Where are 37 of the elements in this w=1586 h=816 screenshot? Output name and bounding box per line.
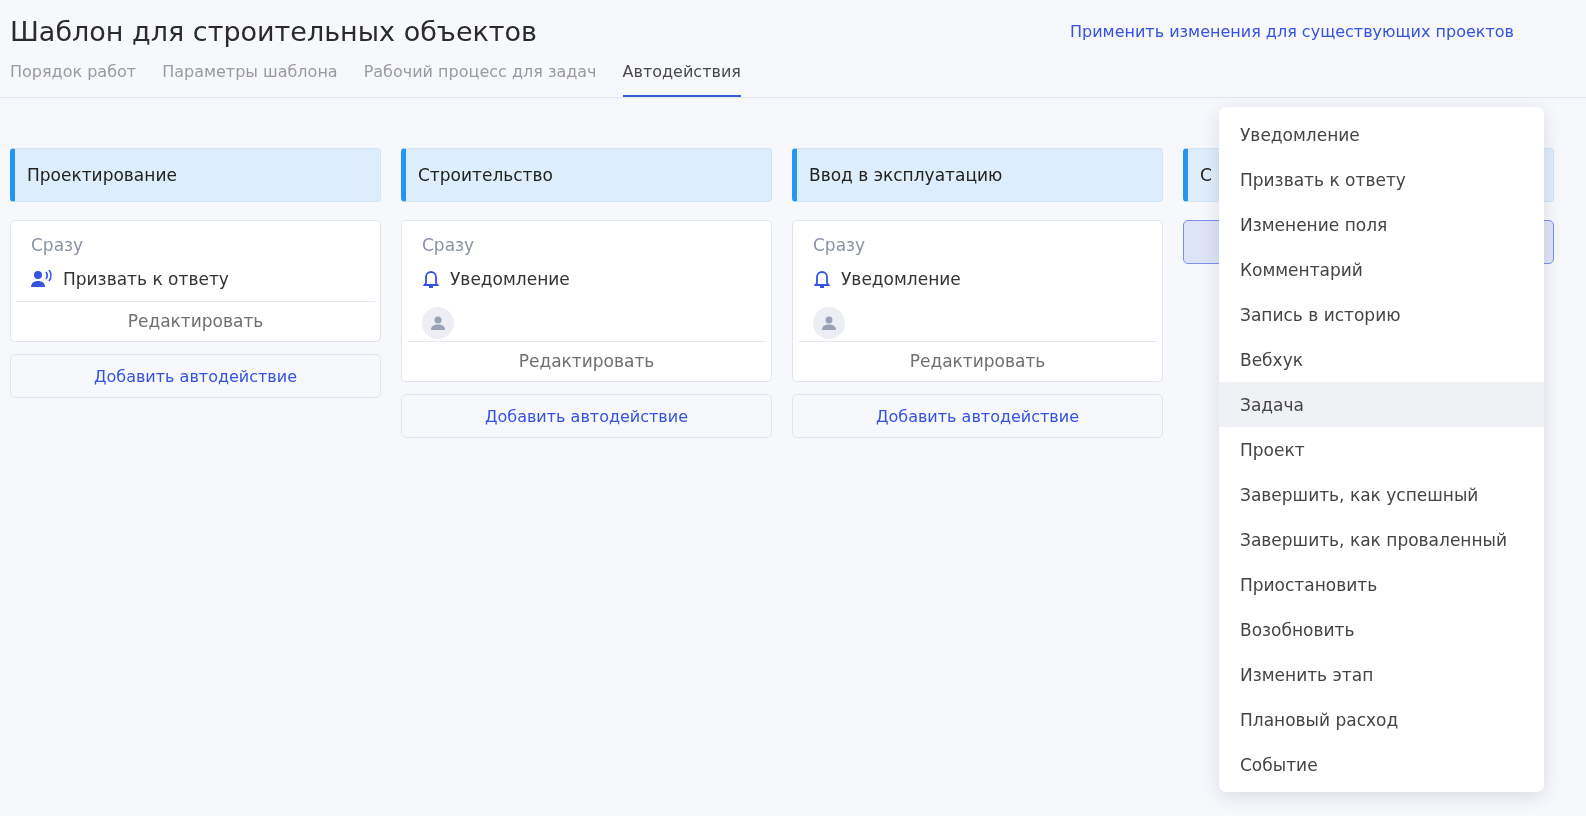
stage-title: С xyxy=(1200,165,1212,185)
menu-item[interactable]: Запись в историю xyxy=(1219,292,1544,337)
menu-item[interactable]: Задача xyxy=(1219,382,1544,427)
menu-item[interactable]: Приостановить xyxy=(1219,562,1544,607)
menu-item[interactable]: Изменить этап xyxy=(1219,652,1544,697)
action-label: Уведомление xyxy=(841,269,961,289)
bell-icon xyxy=(422,269,440,289)
stage-title: Проектирование xyxy=(27,165,177,185)
menu-item[interactable]: Призвать к ответу xyxy=(1219,157,1544,202)
edit-button[interactable]: Редактировать xyxy=(16,301,375,341)
edit-button[interactable]: Редактировать xyxy=(798,341,1157,381)
menu-item[interactable]: Событие xyxy=(1219,742,1544,787)
action-timing: Сразу xyxy=(30,235,85,255)
add-action-button[interactable]: Добавить автодействие xyxy=(10,354,381,398)
action-label: Уведомление xyxy=(450,269,570,289)
add-action-button[interactable]: Добавить автодействие xyxy=(401,394,772,438)
menu-item[interactable]: Завершить, как успешный xyxy=(1219,472,1544,517)
action-timing: Сразу xyxy=(812,235,867,255)
stage-title: Строительство xyxy=(418,165,553,185)
page-title: Шаблон для строительных объектов xyxy=(10,15,538,49)
action-timing: Сразу xyxy=(421,235,476,255)
menu-item[interactable]: Возобновить xyxy=(1219,607,1544,652)
menu-item[interactable]: Уведомление xyxy=(1219,112,1544,157)
tab[interactable]: Автодействия xyxy=(622,58,741,97)
menu-item[interactable]: Комментарий xyxy=(1219,247,1544,292)
action-label: Призвать к ответу xyxy=(63,269,229,289)
menu-item[interactable]: Плановый расход xyxy=(1219,697,1544,742)
apply-changes-link[interactable]: Применить изменения для существующих проектов xyxy=(1069,22,1514,97)
menu-item[interactable]: Проект xyxy=(1219,427,1544,472)
stage-title: Ввод в эксплуатацию xyxy=(809,165,1003,185)
person-speaking-icon xyxy=(31,270,53,288)
menu-item[interactable]: Завершить, как проваленный xyxy=(1219,517,1544,562)
menu-item[interactable]: Изменение поля xyxy=(1219,202,1544,247)
add-action-button[interactable]: Добавить автодействие xyxy=(792,394,1163,438)
menu-item[interactable]: Вебхук xyxy=(1219,337,1544,382)
bell-icon xyxy=(813,269,831,289)
edit-button[interactable]: Редактировать xyxy=(407,341,766,381)
